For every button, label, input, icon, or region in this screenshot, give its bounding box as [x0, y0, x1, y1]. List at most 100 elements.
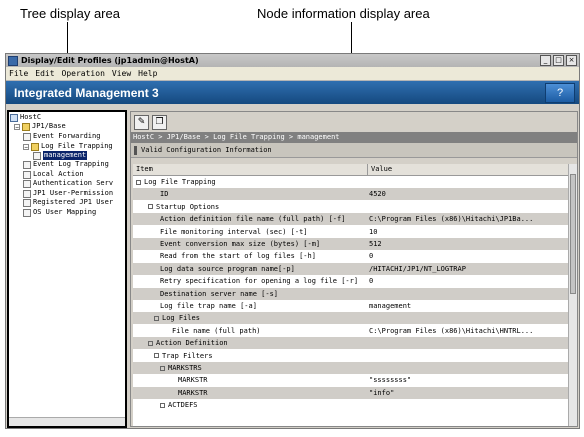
vertical-scrollbar[interactable]	[568, 164, 577, 426]
table-row[interactable]: MARKSTRS	[133, 362, 569, 374]
table-row[interactable]: MARKSTR "info"	[133, 386, 569, 399]
folder-icon	[31, 142, 39, 151]
collapse-toggle-icon[interactable]: −	[23, 143, 29, 150]
help-button[interactable]: ?	[545, 82, 575, 103]
tree-item[interactable]: management	[33, 151, 88, 160]
row-item-label: Startup Options	[156, 202, 220, 211]
tree-item-label: Event Forwarding	[33, 132, 101, 140]
copy-icon[interactable]: ❐	[152, 114, 167, 130]
tree-item[interactable]: Authentication Serv	[23, 179, 113, 188]
row-item-label: MARKSTR	[178, 376, 208, 385]
table-row[interactable]: File monitoring interval (sec) [-t] 10	[133, 226, 569, 238]
collapse-toggle-icon[interactable]	[160, 402, 165, 408]
menu-operation[interactable]: Operation	[62, 69, 105, 78]
tree-item[interactable]: OS User Mapping	[23, 208, 96, 217]
file-icon	[23, 179, 31, 188]
file-icon	[23, 132, 31, 141]
menu-view[interactable]: View	[112, 69, 131, 78]
row-item-label: Retry specification for opening a log fi…	[160, 277, 359, 286]
tree-item-label: Log File Trapping	[41, 142, 113, 150]
close-icon[interactable]: ×	[566, 55, 577, 66]
section-header: Valid Configuration Information	[131, 143, 577, 158]
table-row[interactable]: Event conversion max size (bytes) [-m] 51…	[133, 238, 569, 250]
row-item-cell: MARKSTRS	[160, 362, 202, 374]
row-item-label: File name (full path)	[172, 326, 261, 335]
minimize-icon[interactable]: _	[540, 55, 551, 66]
tree-display-area: HostC − JP1/Base Event Forwarding − Log File …	[7, 110, 127, 428]
table-row[interactable]: Read from the start of log files [-h] 0	[133, 250, 569, 262]
file-icon	[23, 198, 31, 207]
table-row[interactable]: Trap Filters	[133, 350, 569, 362]
table-row[interactable]: Action definition file name (full path) …	[133, 213, 569, 226]
tree-item[interactable]: HostC	[10, 113, 41, 122]
table-row[interactable]: ACTDEFS	[133, 399, 569, 411]
collapse-toggle-icon[interactable]	[148, 204, 153, 210]
collapse-toggle-icon[interactable]	[154, 353, 159, 359]
tree-item[interactable]: Event Log Trapping	[23, 160, 109, 169]
node-area-callout: Node information display area	[257, 6, 430, 21]
table-row[interactable]: Retry specification for opening a log fi…	[133, 275, 569, 287]
collapse-toggle-icon[interactable]	[136, 179, 141, 185]
file-icon	[23, 189, 31, 198]
config-table: Item Value Log File Trapping ID 4520 Startu…	[133, 164, 569, 426]
table-header: Item Value	[133, 164, 569, 176]
table-row[interactable]: MARKSTR "ssssssss"	[133, 374, 569, 386]
host-icon	[10, 113, 18, 122]
tree-item[interactable]: JP1 User-Permission	[23, 189, 113, 198]
collapse-toggle-icon[interactable]	[148, 340, 153, 346]
scroll-thumb[interactable]	[570, 174, 576, 294]
tree-item[interactable]: Local Action	[23, 170, 84, 179]
column-divider[interactable]	[367, 164, 368, 175]
row-value-cell: "ssssssss"	[369, 376, 412, 385]
tree-item[interactable]: − JP1/Base	[14, 122, 66, 131]
edit-icon[interactable]: ✎	[134, 114, 149, 130]
tree-item[interactable]: Registered JP1 User	[23, 198, 113, 207]
tree-item[interactable]: − Log File Trapping	[23, 142, 113, 151]
file-icon	[23, 160, 31, 169]
row-value-cell: 0	[369, 277, 374, 286]
table-row[interactable]: Destination server name [-s]	[133, 287, 569, 300]
row-value-cell: 512	[369, 240, 382, 248]
collapse-toggle-icon[interactable]: −	[14, 123, 20, 130]
row-item-cell: MARKSTR	[178, 374, 208, 386]
row-item-label: Action definition file name (full path) …	[160, 215, 346, 224]
row-item-label: Event conversion max size (bytes) [-m]	[160, 240, 321, 248]
info-toolbar: ✎ ❐	[131, 112, 577, 132]
window-title: Display/Edit Profiles (jp1admin@HostA)	[21, 56, 199, 65]
row-item-label: Log Files	[162, 314, 200, 323]
app-banner: Integrated Management 3 ?	[6, 81, 579, 104]
row-item-label: ACTDEFS	[168, 401, 198, 410]
table-row[interactable]: Log data source program name[-p] /HITACHI…	[133, 262, 569, 275]
row-value-cell: C:\Program Files (x86)\Hitachi\HNTRL...	[369, 326, 534, 335]
menu-edit[interactable]: Edit	[35, 69, 54, 78]
table-row[interactable]: File name (full path) C:\Program Files (x…	[133, 325, 569, 337]
column-value[interactable]: Value	[371, 165, 392, 173]
row-item-cell: ACTDEFS	[160, 399, 198, 411]
file-icon	[23, 170, 31, 179]
folder-icon	[22, 122, 30, 131]
title-bar: Display/Edit Profiles (jp1admin@HostA) _…	[6, 54, 579, 67]
column-item[interactable]: Item	[136, 165, 153, 173]
row-item-label: Read from the start of log files [-h]	[160, 252, 316, 261]
collapse-toggle-icon[interactable]	[154, 315, 159, 321]
row-value-cell: /HITACHI/JP1/NT_LOGTRAP	[369, 264, 466, 273]
collapse-toggle-icon[interactable]	[160, 365, 165, 371]
table-row[interactable]: Log File Trapping	[133, 176, 569, 188]
table-row[interactable]: Log file trap name [-a] management	[133, 300, 569, 312]
table-row[interactable]: Action Definition	[133, 337, 569, 350]
row-value-cell: 4520	[369, 190, 386, 199]
maximize-icon[interactable]: □	[553, 55, 564, 66]
row-item-label: Trap Filters	[162, 351, 213, 360]
tree-item-label: HostC	[20, 113, 42, 121]
menu-help[interactable]: Help	[138, 69, 157, 78]
menu-bar: File Edit Operation View Help	[6, 67, 579, 81]
menu-file[interactable]: File	[9, 69, 28, 78]
tree-item[interactable]: Event Forwarding	[23, 132, 100, 141]
file-icon	[33, 151, 41, 160]
tree-item-label: management	[43, 151, 88, 160]
table-row[interactable]: Startup Options	[133, 201, 569, 213]
table-row[interactable]: ID 4520	[133, 188, 569, 201]
table-row[interactable]: Log Files	[133, 312, 569, 325]
horizontal-scrollbar[interactable]	[9, 417, 125, 426]
row-item-label: Log file trap name [-a]	[160, 302, 257, 310]
